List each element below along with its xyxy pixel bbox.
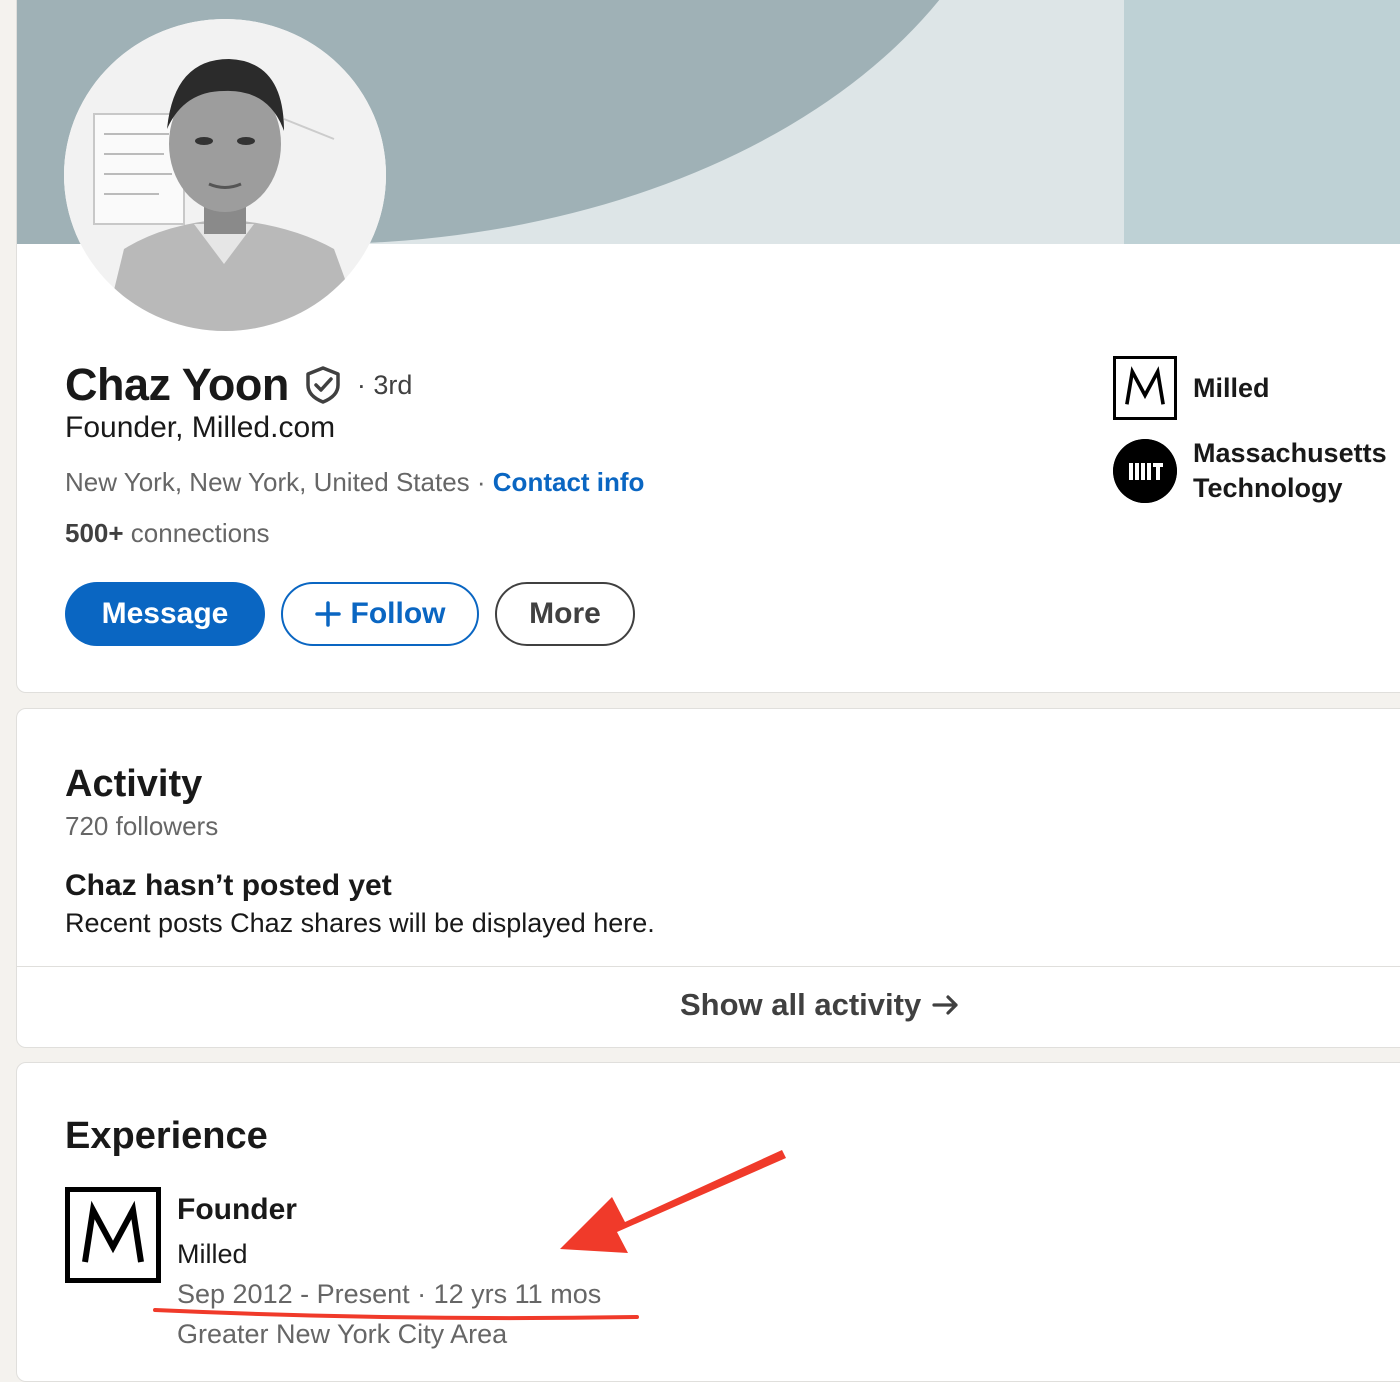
follow-label: Follow [350, 597, 446, 630]
arrow-right-icon [932, 995, 958, 1015]
experience-dates: Sep 2012 - Present · 12 yrs 11 mos [177, 1279, 602, 1309]
experience-location: Greater New York City Area [177, 1319, 508, 1349]
activity-card: Activity 720 followers Chaz hasn’t poste… [16, 708, 1400, 1048]
show-all-activity-button[interactable]: Show all activity [680, 987, 961, 1023]
plus-icon [314, 601, 341, 627]
profile-avatar[interactable] [64, 19, 386, 331]
empty-state-title: Chaz hasn’t posted yet [65, 869, 392, 902]
contact-info-link[interactable]: Contact info [493, 467, 645, 497]
more-button[interactable]: More [495, 582, 635, 646]
side-school-link[interactable]: Massachusetts Technology [1113, 436, 1387, 506]
followers-count: 720 followers [65, 811, 219, 841]
profile-location: New York, New York, United States [65, 467, 470, 497]
profile-card: Chaz Yoon · 3rd Founder, Milled.com New … [16, 0, 1400, 693]
message-button[interactable]: Message [65, 582, 265, 646]
profile-name: Chaz Yoon [65, 359, 289, 410]
milled-logo-icon[interactable] [65, 1187, 161, 1283]
side-school-name: Massachusetts Technology [1193, 438, 1387, 503]
divider [17, 966, 1400, 967]
mit-logo-icon [1113, 439, 1177, 503]
shield-check-icon[interactable] [303, 365, 343, 405]
empty-state-description: Recent posts Chaz shares will be display… [65, 908, 655, 938]
activity-title: Activity [65, 763, 203, 805]
milled-logo-icon [1113, 356, 1177, 420]
connections-count[interactable]: 500+ connections [65, 518, 270, 549]
experience-company: Milled [177, 1239, 248, 1269]
location-separator: · [469, 467, 493, 497]
follow-button[interactable]: Follow [281, 582, 479, 646]
experience-role[interactable]: Founder [177, 1193, 297, 1227]
side-company-link[interactable]: Milled [1113, 356, 1270, 420]
side-company-name: Milled [1193, 372, 1270, 403]
profile-headline: Founder, Milled.com [65, 411, 336, 444]
experience-card: Experience Founder Milled Sep 2012 - Pre… [16, 1062, 1400, 1382]
connection-degree: · 3rd [356, 369, 413, 400]
experience-title: Experience [65, 1115, 268, 1157]
